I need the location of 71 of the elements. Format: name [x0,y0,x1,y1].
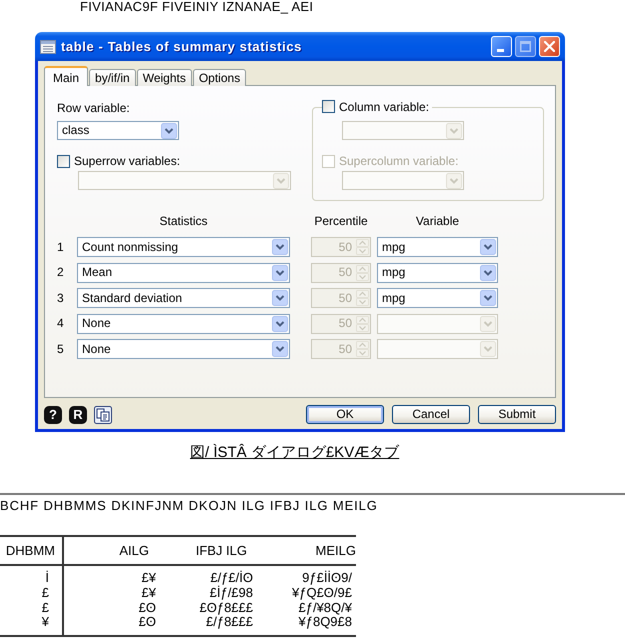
table-cell: ¥ƒ8Q9£8 [255,615,356,636]
table-cell: £ [0,585,63,600]
table-header-cell: DHBMM [0,536,63,565]
checkbox[interactable] [322,100,335,113]
checkbox-label: Superrow variables: [74,154,180,169]
chevron-down-icon[interactable] [480,290,496,306]
dialog-button[interactable]: Cancel [392,405,470,424]
figure-caption: 図/ ÌSTÂ ダイアログ£KVÆタブ [190,444,400,461]
checkbox-label: Column variable: [339,100,430,114]
row-number: 5 [57,342,65,356]
checkbox[interactable] [57,155,70,168]
table-cell-text: £ƒ/¥8Q/¥ [298,600,353,615]
chevron-down-icon[interactable] [272,341,288,357]
table-cell: £ʘ [63,615,160,636]
chevron-down-icon[interactable] [272,264,288,280]
table-cell: ¥ [0,615,63,636]
variable-dropdown[interactable]: mpg [377,288,498,308]
row-number: 2 [57,265,65,280]
statistic-dropdown[interactable]: None [77,314,290,334]
chevron-down-icon[interactable] [480,239,496,255]
table-header-cell: MEILG [255,536,356,565]
table-cell-text: £ʘƒ8£££ [198,600,254,615]
close-button[interactable] [539,36,560,57]
statistic-dropdown[interactable]: Mean [77,262,290,282]
tab[interactable]: Weights [136,69,192,86]
table-header-cell: AILG [63,536,160,565]
table-cell: 9ƒ£İİʘ9/ [255,565,356,585]
page-heading: FIVIANAC9F FIVEINIY IZNANAE_ AEI [79,0,314,14]
table-cell: £/ƒ8£££ [160,615,255,636]
tab[interactable]: Options [192,69,246,86]
column-header: Percentile [313,214,369,229]
table-cell: £/ƒ£/İʘ [160,565,255,585]
chevron-down-icon[interactable] [480,264,496,280]
variable-dropdown[interactable]: mpg [377,237,498,257]
statistic-dropdown[interactable]: Standard deviation [77,288,290,308]
table-cell: £ [0,600,63,615]
chevron-down-icon[interactable] [272,239,288,255]
close-icon[interactable] [544,41,555,52]
checkbox-label: Supercolumn variable: [339,154,458,169]
statistic-dropdown[interactable]: None [77,339,290,359]
tab[interactable]: by/if/in [89,69,136,86]
window-icon [40,40,56,54]
dialog-button[interactable]: Submit [478,405,556,424]
minimize-button[interactable] [491,36,512,57]
minimize-icon[interactable] [497,49,504,52]
column-header: Variable [414,214,460,229]
chevron-down-icon[interactable] [272,316,288,332]
row-number: 3 [57,290,65,306]
table-header-cell: IFBJ ILG [160,536,255,565]
reset-icon[interactable]: R [69,406,87,424]
table-cell: £¥ [63,565,160,585]
row-number: 4 [57,316,65,331]
clipboard-icon[interactable] [94,406,112,424]
table-cell: İ [0,565,63,585]
tab[interactable]: Main [44,66,88,86]
table-cell: £ʘ [63,600,160,615]
row-number: 1 [57,240,65,254]
window-title: table - Tables of summary statistics [61,39,303,54]
chevron-down-icon[interactable] [272,290,288,306]
table-cell: £¥ [63,585,160,600]
variable-dropdown[interactable]: mpg [377,262,498,282]
table-cell-text: £İƒ/£98 [208,585,254,600]
field-label: Row variable: [57,100,130,116]
chevron-down-icon[interactable] [161,122,177,138]
statistic-dropdown[interactable]: Count nonmissing [77,237,290,257]
paragraph-text: BCHF DHBMMS DKINFJNM DKOJN ILG IFBJ ILG MEILG [0,498,378,513]
dialog-button[interactable]: OK [306,405,384,424]
row-variable-dropdown[interactable]: class [57,121,179,140]
column-header: Statistics [158,214,208,229]
help-icon[interactable]: ? [44,406,62,424]
table-cell-text: ¥ƒQ£ʘ/9£ [291,585,353,600]
